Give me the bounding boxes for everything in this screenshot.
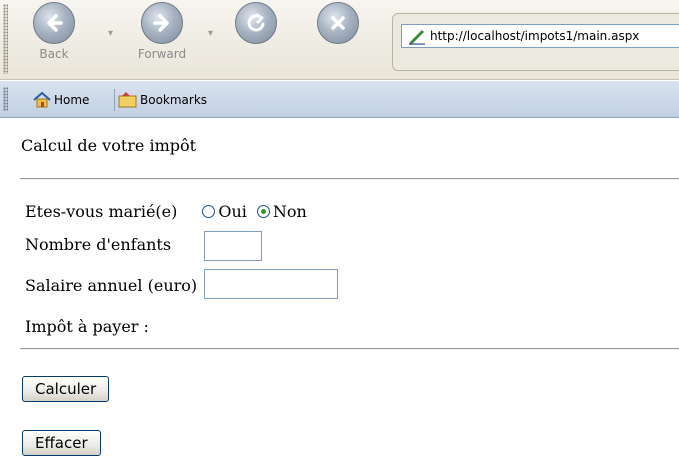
bookmarks-separator	[114, 89, 115, 111]
children-label: Nombre d'enfants	[25, 235, 172, 254]
radio-oui[interactable]	[202, 205, 216, 218]
reload-button[interactable]	[232, 2, 280, 44]
back-history-dropdown-icon[interactable]: ▾	[108, 28, 116, 39]
salary-label: Salaire annuel (euro)	[25, 276, 198, 295]
toolbar-grip[interactable]	[3, 4, 8, 74]
bookmarks-menu-label: Bookmarks	[140, 93, 208, 107]
forward-label: Forward	[137, 47, 187, 61]
top-divider	[20, 178, 679, 180]
married-option-oui[interactable]: Oui	[202, 202, 247, 221]
clear-button[interactable]: Effacer	[22, 430, 101, 456]
browser-toolbar: Back ▾ Forward ▾ http://localhost/impots…	[0, 0, 679, 80]
bookmarks-menu[interactable]: Bookmarks	[118, 91, 207, 109]
children-input[interactable]	[204, 231, 262, 261]
bookmarks-bar: Home Bookmarks	[0, 81, 679, 118]
stop-button[interactable]	[314, 2, 362, 44]
tax-label: Impôt à payer :	[25, 317, 149, 336]
bookmarks-grip[interactable]	[3, 87, 8, 111]
forward-arrow-icon	[141, 2, 183, 44]
married-row: Etes-vous marié(e) Oui Non	[25, 202, 307, 221]
radio-oui-label: Oui	[218, 202, 247, 221]
url-text: http://localhost/impots1/main.aspx	[430, 29, 640, 43]
bookmarks-folder-icon	[118, 92, 137, 108]
home-icon	[33, 91, 51, 108]
home-bookmark[interactable]: Home	[32, 91, 89, 109]
url-bar[interactable]: http://localhost/impots1/main.aspx	[401, 24, 679, 48]
calculate-button[interactable]: Calculer	[22, 376, 110, 402]
back-arrow-icon	[33, 2, 75, 44]
home-bookmark-label: Home	[54, 93, 90, 107]
radio-non[interactable]	[256, 205, 270, 218]
married-label: Etes-vous marié(e)	[25, 202, 178, 221]
page-title: Calcul de votre impôt	[21, 136, 197, 155]
url-bar-container: http://localhost/impots1/main.aspx	[392, 13, 679, 71]
page-icon	[409, 30, 425, 45]
page-content: Calcul de votre impôt Etes-vous marié(e)…	[0, 119, 679, 465]
back-button[interactable]: Back	[30, 2, 78, 61]
stop-icon	[317, 2, 359, 44]
forward-history-dropdown-icon[interactable]: ▾	[208, 28, 216, 39]
bottom-divider	[20, 348, 679, 350]
salary-input[interactable]	[204, 269, 338, 299]
radio-non-label: Non	[272, 202, 307, 221]
reload-icon	[235, 2, 277, 44]
married-option-non[interactable]: Non	[256, 202, 307, 221]
back-label: Back	[39, 47, 69, 61]
forward-button[interactable]: Forward	[128, 2, 196, 61]
